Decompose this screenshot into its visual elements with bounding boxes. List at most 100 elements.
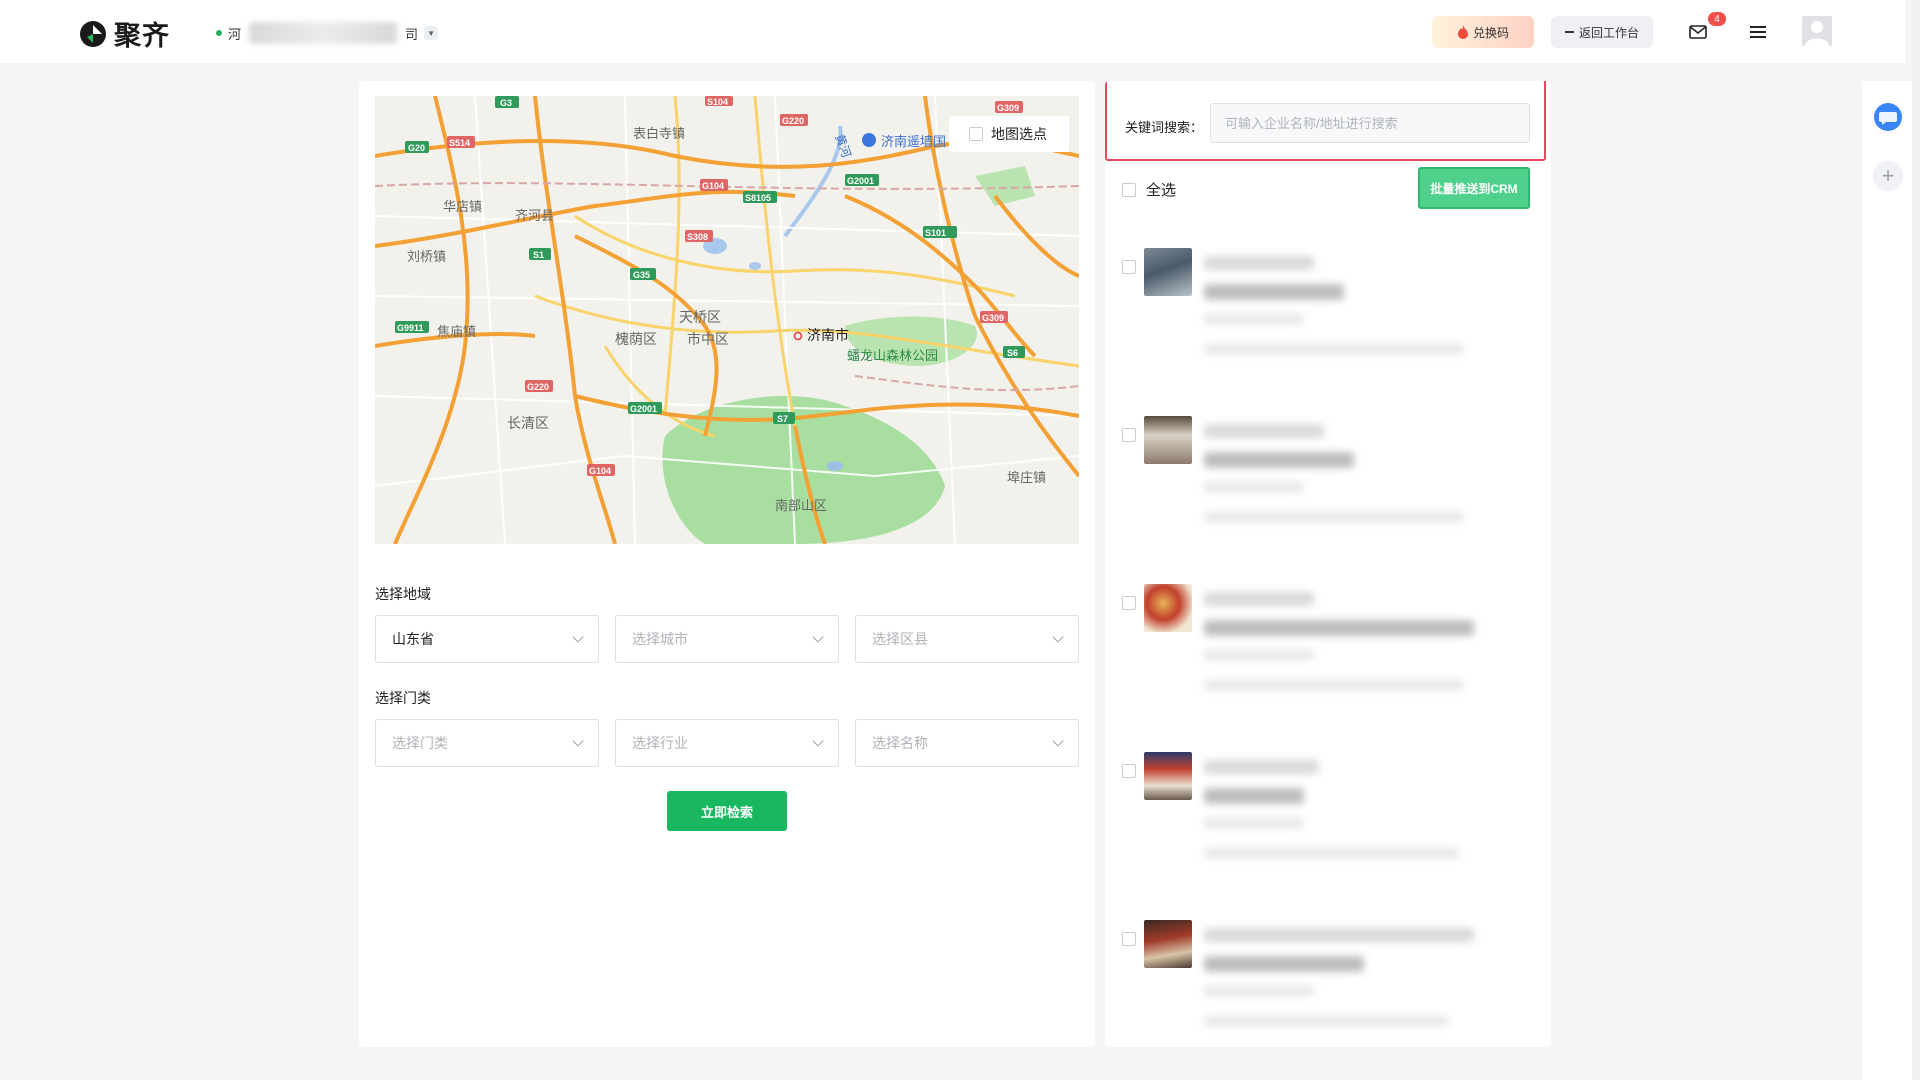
redacted-text [1204,256,1314,270]
redacted-text [1204,284,1344,300]
keyword-input[interactable] [1210,103,1530,143]
push-to-crm-button[interactable]: 批量推送到CRM [1418,167,1530,209]
map-label: 焦庙镇 [437,324,476,339]
map-shield: S104 [707,97,728,107]
map-shield: G2001 [630,404,657,414]
map-label: 济南遥墙国 [881,134,946,149]
redacted-text [1204,986,1314,996]
map-pick-checkbox[interactable] [969,127,983,141]
map-pick-toggle[interactable]: 地图选点 [949,116,1069,152]
logo-text: 聚齐 [114,21,170,51]
item-checkbox[interactable] [1122,428,1136,442]
category-select[interactable]: 选择门类 [375,719,599,767]
mail-icon[interactable] [1685,20,1711,44]
redacted-text [1204,452,1354,468]
map-shield: G3 [500,98,512,108]
district-placeholder: 选择区县 [872,631,928,647]
redacted-text [1204,650,1314,660]
map-label: 埠庄镇 [1007,470,1046,485]
chevron-down-icon [1052,735,1064,747]
map-shield: G309 [997,103,1019,113]
map-label: 槐荫区 [615,331,657,347]
map-shield: G104 [589,466,611,476]
search-now-button[interactable]: 立即检索 [667,791,787,831]
map-label: 表白寺镇 [633,126,685,141]
map-label: 刘桥镇 [407,249,446,264]
redacted-text [1204,314,1304,324]
map-label: 市中区 [687,331,729,347]
district-select[interactable]: 选择区县 [855,615,1079,663]
company-name-prefix: 河 [228,26,242,42]
map-shield: S8105 [745,193,771,203]
select-all[interactable]: 全选 [1122,179,1176,200]
name-placeholder: 选择名称 [872,735,928,751]
results-panel: 关键词搜索： 全选 批量推送到CRM [1105,81,1551,1047]
city-select[interactable]: 选择城市 [615,615,839,663]
plus-icon[interactable]: + [1873,161,1903,191]
item-checkbox[interactable] [1122,764,1136,778]
map-shield: G2001 [847,176,874,186]
item-checkbox[interactable] [1122,260,1136,274]
redacted-text [1204,344,1464,354]
company-name-suffix: 司 [405,26,419,42]
select-all-checkbox[interactable] [1122,182,1136,197]
chevron-down-icon [572,631,584,643]
search-panel: G3 G20 S514 G220 G104 G309 S104 G2001 S1… [359,81,1095,1047]
chevron-down-icon [1052,631,1064,643]
status-dot [216,30,222,36]
menu-icon[interactable] [1746,20,1770,44]
redacted-text [1204,956,1364,972]
list-item[interactable] [1122,248,1542,398]
redacted-text [1204,1016,1449,1026]
redacted-text [1204,848,1459,858]
list-item[interactable] [1122,584,1542,734]
redacted-text [1204,680,1464,690]
map-shield: S514 [449,138,470,148]
map-label: 济南市 [807,327,849,343]
map-shield: G9911 [397,323,424,333]
map-shield: G35 [633,270,650,280]
list-item[interactable] [1122,752,1542,902]
logo-icon [80,20,106,47]
back-to-workbench-label: 返回工作台 [1578,25,1639,40]
fire-icon [1457,25,1468,39]
minus-icon [1564,31,1574,33]
page-scrollbar[interactable] [1912,0,1920,1080]
category-placeholder: 选择门类 [392,735,448,751]
map[interactable]: G3 G20 S514 G220 G104 G309 S104 G2001 S1… [375,96,1079,544]
industry-select[interactable]: 选择行业 [615,719,839,767]
back-to-workbench-button[interactable]: 返回工作台 [1551,16,1653,48]
caret-down-icon[interactable]: ▼ [424,26,439,40]
map-shield: G309 [982,313,1004,323]
map-label: 齐河县 [515,208,554,223]
map-shield: G220 [527,382,549,392]
redacted-text [1204,760,1319,774]
name-select[interactable]: 选择名称 [855,719,1079,767]
province-select[interactable]: 山东省 [375,615,599,663]
map-label: 华店镇 [443,199,482,214]
map-shield: S6 [1007,348,1018,358]
map-shield: S101 [925,228,946,238]
list-item[interactable] [1122,920,1542,1047]
avatar[interactable] [1802,16,1832,46]
redacted-text [1204,620,1474,636]
keyword-label: 关键词搜索： [1125,120,1204,135]
exchange-code-button[interactable]: 兑换码 [1432,16,1534,48]
map-label: 蟠龙山森林公园 [847,348,938,363]
company-switcher[interactable]: 河 司 ▼ [216,22,439,44]
map-shield: S1 [533,250,544,260]
chevron-down-icon [812,631,824,643]
list-item[interactable] [1122,416,1542,566]
industry-placeholder: 选择行业 [632,735,688,751]
map-shield: S7 [777,414,788,424]
item-checkbox[interactable] [1122,932,1136,946]
logo[interactable]: 聚齐 [78,14,170,53]
chat-icon[interactable] [1874,103,1902,131]
redacted-text [1204,482,1304,492]
map-canvas[interactable]: G3 G20 S514 G220 G104 G309 S104 G2001 S1… [375,96,1079,544]
company-name-redacted [249,22,398,44]
select-all-label: 全选 [1146,182,1177,199]
redacted-text [1204,512,1464,522]
item-checkbox[interactable] [1122,596,1136,610]
map-pick-label: 地图选点 [991,126,1047,142]
